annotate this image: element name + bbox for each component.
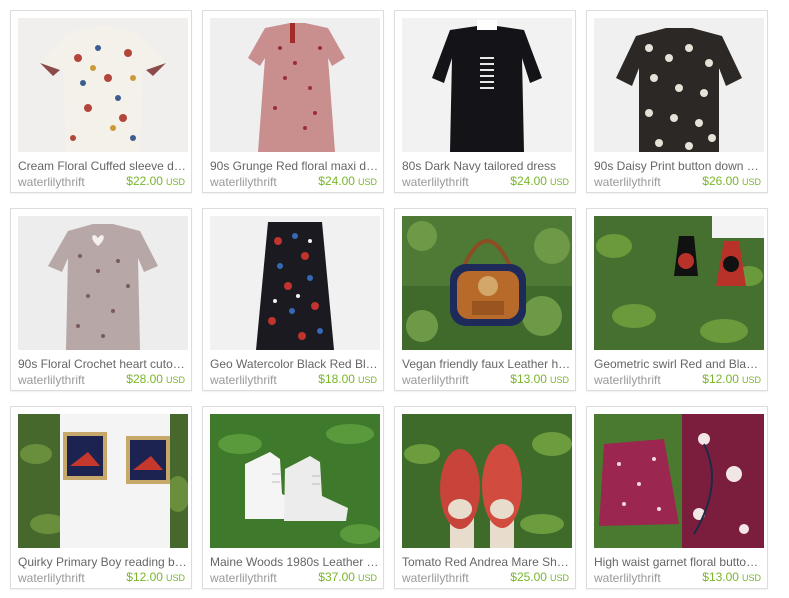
price-amount: $28.00 (126, 372, 163, 386)
listing-image[interactable] (210, 18, 380, 152)
price-amount: $37.00 (318, 570, 355, 584)
listing-image[interactable] (594, 18, 764, 152)
listing-card[interactable]: 90s Floral Crochet heart cutout dress wa… (10, 208, 192, 391)
listing-title[interactable]: 90s Daisy Print button down dress (594, 159, 764, 173)
listing-title[interactable]: 90s Floral Crochet heart cutout dress (18, 357, 188, 371)
shop-name[interactable]: waterlilythrift (402, 373, 469, 387)
price-amount: $12.00 (702, 372, 739, 386)
listing-price: $24.00 USD (510, 174, 569, 188)
listing-image[interactable] (18, 18, 188, 152)
listing-title[interactable]: Vegan friendly faux Leather handbag (402, 357, 572, 371)
price-currency: USD (741, 573, 761, 583)
listing-price: $13.00 USD (510, 372, 569, 386)
shop-name[interactable]: waterlilythrift (210, 373, 277, 387)
price-currency: USD (165, 573, 185, 583)
price-amount: $18.00 (318, 372, 355, 386)
listing-price: $24.00 USD (318, 174, 377, 188)
listing-image[interactable] (594, 414, 764, 548)
price-amount: $24.00 (510, 174, 547, 188)
listing-card[interactable]: Geo Watercolor Black Red Blue skirt wate… (202, 208, 384, 391)
price-currency: USD (165, 375, 185, 385)
shop-name[interactable]: waterlilythrift (18, 571, 85, 585)
price-currency: USD (357, 573, 377, 583)
listing-card[interactable]: Tomato Red Andrea Mare Shoes waterlilyth… (394, 406, 576, 589)
listing-title[interactable]: 80s Dark Navy tailored dress (402, 159, 572, 173)
listing-card[interactable]: Quirky Primary Boy reading book earrings… (10, 406, 192, 589)
listing-card[interactable]: 90s Grunge Red floral maxi dress waterli… (202, 10, 384, 193)
listing-image[interactable] (210, 414, 380, 548)
listing-image[interactable] (18, 414, 188, 548)
price-amount: $13.00 (510, 372, 547, 386)
shop-name[interactable]: waterlilythrift (210, 571, 277, 585)
listing-price: $28.00 USD (126, 372, 185, 386)
listing-title[interactable]: Quirky Primary Boy reading book earrings (18, 555, 188, 569)
listing-price: $25.00 USD (510, 570, 569, 584)
price-amount: $26.00 (702, 174, 739, 188)
price-currency: USD (741, 375, 761, 385)
price-currency: USD (165, 177, 185, 187)
listing-card[interactable]: Maine Woods 1980s Leather boots waterlil… (202, 406, 384, 589)
price-amount: $25.00 (510, 570, 547, 584)
price-currency: USD (357, 177, 377, 187)
listing-price: $13.00 USD (702, 570, 761, 584)
shop-name[interactable]: waterlilythrift (18, 373, 85, 387)
shop-name[interactable]: waterlilythrift (594, 175, 661, 189)
price-currency: USD (741, 177, 761, 187)
listing-image[interactable] (402, 414, 572, 548)
shop-name[interactable]: waterlilythrift (594, 373, 661, 387)
listing-price: $22.00 USD (126, 174, 185, 188)
listing-card[interactable]: Cream Floral Cuffed sleeve dress waterli… (10, 10, 192, 193)
listing-price: $18.00 USD (318, 372, 377, 386)
listing-image[interactable] (594, 216, 764, 350)
listing-title[interactable]: Cream Floral Cuffed sleeve dress (18, 159, 188, 173)
listing-title[interactable]: High waist garnet floral button skirt (594, 555, 764, 569)
listing-image[interactable] (210, 216, 380, 350)
listing-card[interactable]: 80s Dark Navy tailored dress waterlilyth… (394, 10, 576, 193)
price-currency: USD (357, 375, 377, 385)
listing-price: $37.00 USD (318, 570, 377, 584)
listing-price: $12.00 USD (126, 570, 185, 584)
listing-card[interactable]: 90s Daisy Print button down dress waterl… (586, 10, 768, 193)
price-currency: USD (549, 177, 569, 187)
price-amount: $13.00 (702, 570, 739, 584)
listing-card[interactable]: Vegan friendly faux Leather handbag wate… (394, 208, 576, 391)
price-currency: USD (549, 573, 569, 583)
listing-title[interactable]: Maine Woods 1980s Leather boots (210, 555, 380, 569)
listing-title[interactable]: Geo Watercolor Black Red Blue skirt (210, 357, 380, 371)
price-amount: $24.00 (318, 174, 355, 188)
listing-image[interactable] (18, 216, 188, 350)
price-amount: $12.00 (126, 570, 163, 584)
shop-name[interactable]: waterlilythrift (18, 175, 85, 189)
shop-name[interactable]: waterlilythrift (402, 571, 469, 585)
price-amount: $22.00 (126, 174, 163, 188)
listing-title[interactable]: Tomato Red Andrea Mare Shoes (402, 555, 572, 569)
shop-name[interactable]: waterlilythrift (594, 571, 661, 585)
shop-name[interactable]: waterlilythrift (210, 175, 277, 189)
listing-card[interactable]: High waist garnet floral button skirt wa… (586, 406, 768, 589)
price-currency: USD (549, 375, 569, 385)
listing-image[interactable] (402, 18, 572, 152)
listing-price: $12.00 USD (702, 372, 761, 386)
listing-title[interactable]: Geometric swirl Red and Black earrings (594, 357, 764, 371)
listing-image[interactable] (402, 216, 572, 350)
listing-title[interactable]: 90s Grunge Red floral maxi dress (210, 159, 380, 173)
listing-price: $26.00 USD (702, 174, 761, 188)
shop-name[interactable]: waterlilythrift (402, 175, 469, 189)
listing-card[interactable]: Geometric swirl Red and Black earrings w… (586, 208, 768, 391)
